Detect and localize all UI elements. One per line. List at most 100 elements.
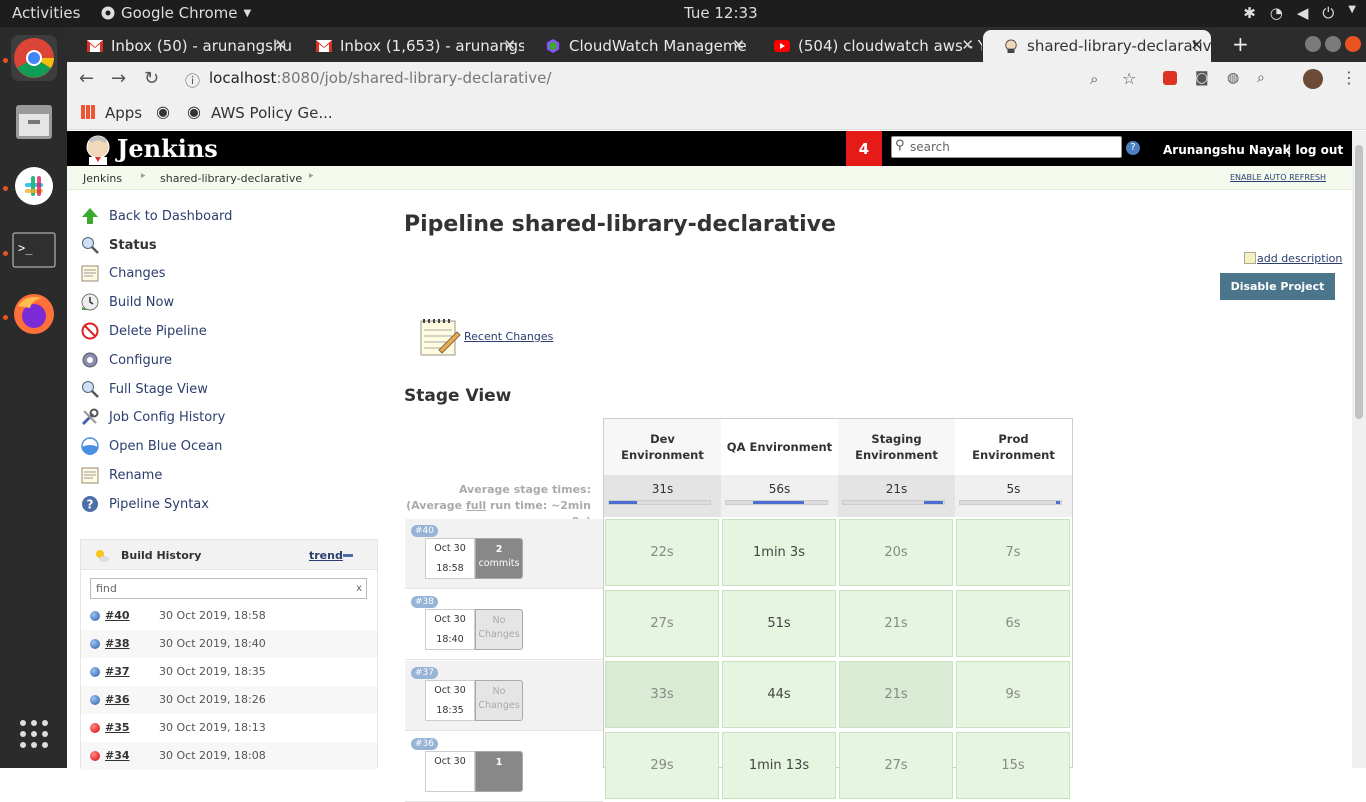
maximize-button[interactable]	[1325, 36, 1341, 52]
run-badge[interactable]: #37	[411, 667, 438, 679]
full-run-link[interactable]: full	[466, 499, 486, 512]
slack-tray-icon[interactable]: ✱	[1243, 4, 1256, 22]
build-row[interactable]: #36 30 Oct 2019, 18:26	[81, 686, 377, 714]
build-row[interactable]: #38 30 Oct 2019, 18:40	[81, 630, 377, 658]
app-menu[interactable]: Google Chrome ▼	[101, 4, 251, 22]
build-date-link[interactable]: 30 Oct 2019, 18:26	[159, 693, 266, 706]
commits-button[interactable]: 2 commits	[475, 538, 523, 579]
close-window-button[interactable]	[1345, 36, 1361, 52]
dock-files[interactable]	[11, 99, 57, 145]
dock-chrome[interactable]	[11, 35, 57, 81]
clock[interactable]: Tue 12:33	[684, 4, 758, 22]
reload-icon[interactable]: ↻	[144, 68, 159, 89]
enable-auto-refresh-link[interactable]: ENABLE AUTO REFRESH	[1230, 173, 1326, 182]
commits-button[interactable]: 1	[475, 751, 523, 792]
build-number-link[interactable]: #38	[105, 637, 130, 650]
trend-link[interactable]: trend	[309, 549, 343, 562]
sidebar-item-pipeline-syntax[interactable]: ? Pipeline Syntax	[80, 493, 209, 515]
stage-cell[interactable]: 7s	[956, 519, 1070, 586]
build-date-link[interactable]: 30 Oct 2019, 18:08	[159, 749, 266, 762]
tab[interactable]: (504) cloudwatch aws - Y ✕	[754, 30, 982, 62]
tab-active[interactable]: shared-library-declarativ ✕	[983, 30, 1211, 62]
sidebar-item-open-blue-ocean[interactable]: Open Blue Ocean	[80, 435, 222, 457]
notification-badge[interactable]: 4	[846, 131, 882, 166]
stage-cell[interactable]: 21s	[839, 661, 953, 728]
sidebar-item-status[interactable]: Status	[80, 234, 157, 256]
scrollbar[interactable]	[1352, 131, 1366, 768]
stage-cell[interactable]: 27s	[839, 732, 953, 799]
jenkins-logo-text[interactable]: Jenkins	[117, 134, 218, 163]
activities-button[interactable]: Activities	[12, 4, 80, 22]
build-row[interactable]: #34 30 Oct 2019, 18:08	[81, 742, 377, 770]
sidebar-item-configure[interactable]: Configure	[80, 349, 172, 371]
stage-cell[interactable]: 6s	[956, 590, 1070, 657]
stage-cell[interactable]: 22s	[605, 519, 719, 586]
sidebar-item-job-config-history[interactable]: Job Config History	[80, 406, 225, 428]
stage-cell[interactable]: 1min 3s	[722, 519, 836, 586]
build-row[interactable]: #40 30 Oct 2019, 18:58	[81, 602, 377, 630]
bookmark-aws-policy[interactable]: AWS Policy Ge...	[211, 104, 333, 122]
tab[interactable]: Inbox (50) - arunangshu ✕	[67, 30, 295, 62]
sidebar-item-rename[interactable]: Rename	[80, 464, 162, 486]
camera-icon[interactable]: ◙	[1195, 70, 1209, 86]
close-icon[interactable]: ✕	[503, 36, 516, 54]
info-icon[interactable]: ⓘ	[185, 70, 200, 91]
scrollbar-thumb[interactable]	[1355, 145, 1363, 419]
chevron-down-icon[interactable]: ▼	[1348, 4, 1356, 22]
show-applications-button[interactable]	[11, 711, 57, 757]
bookmark-star-icon[interactable]: ☆	[1122, 69, 1136, 88]
bookmark-apps[interactable]: Apps	[105, 104, 142, 122]
build-date-link[interactable]: 30 Oct 2019, 18:35	[159, 665, 266, 678]
sidebar-item-full-stage-view[interactable]: Full Stage View	[80, 378, 208, 400]
build-date-link[interactable]: 30 Oct 2019, 18:40	[159, 637, 266, 650]
sidebar-item-build-now[interactable]: Build Now	[80, 291, 174, 313]
stage-cell[interactable]: 21s	[839, 590, 953, 657]
build-date-link[interactable]: 30 Oct 2019, 18:58	[159, 609, 266, 622]
stage-cell[interactable]: 9s	[956, 661, 1070, 728]
sidebar-item-back-to-dashboard[interactable]: Back to Dashboard	[80, 205, 232, 227]
build-number-link[interactable]: #36	[105, 693, 130, 706]
build-date-link[interactable]: 30 Oct 2019, 18:13	[159, 721, 266, 734]
globe-icon[interactable]: ◍	[1227, 70, 1239, 86]
chevron-right-icon[interactable]: ▸	[309, 171, 314, 181]
clear-icon[interactable]: x	[356, 583, 362, 594]
stage-cell[interactable]: 15s	[956, 732, 1070, 799]
logout-link[interactable]: | log out	[1287, 143, 1343, 157]
run-badge[interactable]: #36	[411, 738, 438, 750]
stage-cell[interactable]: 33s	[605, 661, 719, 728]
adblock-icon[interactable]	[1163, 71, 1177, 85]
search-input[interactable]: ⚲ search	[891, 136, 1122, 158]
chevron-right-icon[interactable]: ▸	[141, 171, 146, 181]
sidebar-item-delete-pipeline[interactable]: Delete Pipeline	[80, 320, 207, 342]
breadcrumb-job[interactable]: shared-library-declarative	[160, 172, 302, 185]
collapse-icon[interactable]	[343, 554, 353, 557]
dock-slack[interactable]	[11, 163, 57, 209]
build-row[interactable]: #37 30 Oct 2019, 18:35	[81, 658, 377, 686]
power-icon[interactable]: ⏻	[1322, 4, 1334, 22]
build-number-link[interactable]: #34	[105, 749, 130, 762]
stage-cell[interactable]: 44s	[722, 661, 836, 728]
tab[interactable]: CloudWatch Manageme ✕	[525, 30, 753, 62]
menu-icon[interactable]: ⋮	[1341, 68, 1357, 87]
sidebar-item-changes[interactable]: Changes	[80, 262, 166, 284]
close-icon[interactable]: ✕	[732, 36, 745, 54]
run-badge[interactable]: #40	[411, 525, 438, 537]
stage-cell[interactable]: 27s	[605, 590, 719, 657]
zoom-icon[interactable]: ⌕	[1090, 70, 1098, 88]
wifi-icon[interactable]: ◔	[1270, 4, 1283, 22]
stage-cell[interactable]: 29s	[605, 732, 719, 799]
user-link[interactable]: Arunangshu Nayak	[1163, 143, 1291, 157]
find-input[interactable]: find x	[90, 578, 367, 599]
build-row[interactable]: #35 30 Oct 2019, 18:13	[81, 714, 377, 742]
dock-terminal[interactable]: >_	[11, 227, 57, 273]
build-number-link[interactable]: #37	[105, 665, 130, 678]
add-description-link[interactable]: add description	[1244, 252, 1342, 265]
new-tab-button[interactable]: +	[1232, 32, 1249, 56]
address-bar[interactable]: localhost:8080/job/shared-library-declar…	[209, 69, 551, 87]
close-icon[interactable]: ✕	[274, 36, 287, 54]
minimize-button[interactable]	[1305, 36, 1321, 52]
dock-firefox[interactable]	[11, 291, 57, 337]
build-number-link[interactable]: #35	[105, 721, 130, 734]
disable-project-button[interactable]: Disable Project	[1220, 273, 1335, 300]
avatar[interactable]	[1303, 69, 1323, 89]
